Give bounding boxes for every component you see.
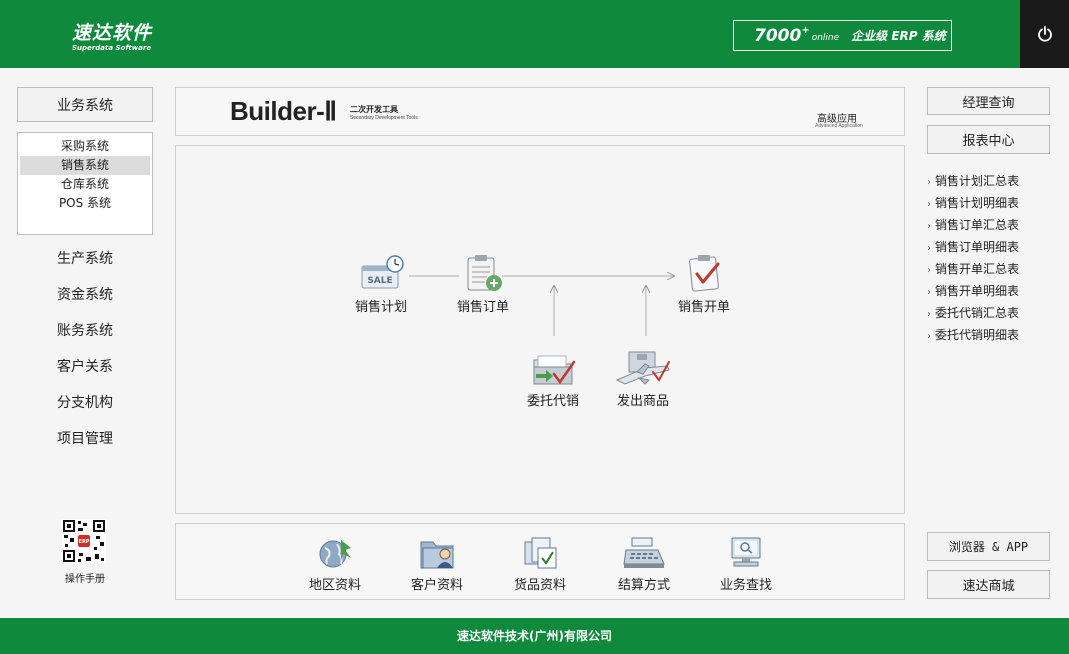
footer-bar: 速达软件技术(广州)有限公司 <box>0 618 1069 654</box>
report-link[interactable]: › 销售开单明细表 <box>927 282 1057 304</box>
subsystem-list: 采购系统 销售系统 仓库系统 POS 系统 <box>17 132 153 235</box>
chevron-right-icon: › <box>927 177 931 188</box>
power-icon <box>1037 26 1052 42</box>
power-button[interactable] <box>1020 0 1069 68</box>
report-link[interactable]: › 销售计划汇总表 <box>927 172 1057 194</box>
globe-icon <box>319 540 351 568</box>
report-link[interactable]: › 委托代销明细表 <box>927 326 1057 348</box>
product-number: 7000 <box>754 25 802 46</box>
goods-document-icon <box>524 537 557 569</box>
report-link[interactable]: › 销售计划明细表 <box>927 194 1057 216</box>
product-online: online <box>811 32 840 43</box>
region-data-label: 地区资料 <box>308 578 361 593</box>
flow-node-consignment[interactable]: 委托代销 <box>518 350 588 409</box>
builder-subtitle-cn: 二次开发工具 <box>350 105 398 114</box>
sales-order-icon <box>467 255 502 291</box>
customer-data-label: 客户资料 <box>410 578 463 593</box>
flow-node-ship-goods[interactable]: 发出商品 <box>608 350 678 409</box>
manual-label[interactable]: 操作手册 <box>55 570 115 585</box>
builder-title: Builder-Ⅱ <box>230 96 337 126</box>
chevron-right-icon: › <box>927 331 931 342</box>
manager-query-button[interactable]: 经理查询 <box>927 87 1050 115</box>
chevron-right-icon: › <box>927 221 931 232</box>
cash-register-icon <box>623 537 665 568</box>
ship-goods-icon <box>615 351 670 385</box>
report-link[interactable]: › 销售订单汇总表 <box>927 216 1057 238</box>
system-item-accounting[interactable]: 账务系统 <box>17 320 153 340</box>
sales-order-label: 销售订单 <box>456 300 509 315</box>
subsystem-item-purchase[interactable]: 采购系统 <box>20 137 150 156</box>
builder-subtitle-en: Secondary Development Tools <box>350 115 418 121</box>
subsystem-item-warehouse[interactable]: 仓库系统 <box>20 175 150 194</box>
subsystem-item-sales[interactable]: 销售系统 <box>20 156 150 175</box>
svg-text:SALE: SALE <box>367 276 392 286</box>
subsystem-item-pos[interactable]: POS 系统 <box>20 194 150 213</box>
tool-business-search[interactable]: 业务查找 <box>706 536 786 593</box>
system-item-branches[interactable]: 分支机构 <box>17 392 153 412</box>
ship-goods-label: 发出商品 <box>616 394 669 409</box>
top-header: 速达软件 Superdata Software 7000 + online 企业… <box>0 0 1069 68</box>
sales-invoice-label: 销售开单 <box>677 300 730 315</box>
customer-folder-icon <box>420 541 454 569</box>
flow-node-sales-plan[interactable]: SALE 销售计划 <box>346 254 416 315</box>
chevron-right-icon: › <box>927 199 931 210</box>
logo-text-en: Superdata Software <box>72 44 152 52</box>
tool-customer-data[interactable]: 客户资料 <box>397 536 477 593</box>
sales-plan-icon: SALE <box>361 255 404 289</box>
chevron-right-icon: › <box>927 243 931 254</box>
browser-app-button[interactable]: 浏览器 & APP <box>927 532 1050 561</box>
monitor-search-icon <box>731 537 761 567</box>
system-item-production[interactable]: 生产系统 <box>17 248 153 268</box>
builder-banner[interactable]: Builder-Ⅱ 二次开发工具 Secondary Development T… <box>175 87 905 136</box>
mall-button[interactable]: 速达商城 <box>927 570 1050 599</box>
sales-flow-panel: SALE 销售计划 销售订单 销售开单 委托代销 发出商品 <box>175 145 905 514</box>
goods-data-label: 货品资料 <box>513 578 566 593</box>
tool-region-data[interactable]: 地区资料 <box>295 536 375 593</box>
business-system-button[interactable]: 业务系统 <box>17 87 153 122</box>
company-logo: 速达软件 Superdata Software <box>72 18 152 52</box>
sales-plan-label: 销售计划 <box>354 300 407 315</box>
report-link[interactable]: › 销售开单汇总表 <box>927 260 1057 282</box>
svg-text:ERP: ERP <box>79 539 90 545</box>
report-link[interactable]: › 销售订单明细表 <box>927 238 1057 260</box>
advanced-app-en: Advanced Application <box>815 123 863 129</box>
product-plus: + <box>801 25 810 36</box>
tool-goods-data[interactable]: 货品资料 <box>500 536 580 593</box>
flow-connectors <box>409 146 906 336</box>
report-center-button[interactable]: 报表中心 <box>927 125 1050 154</box>
flow-node-sales-order[interactable]: 销售订单 <box>448 254 518 315</box>
system-item-crm[interactable]: 客户关系 <box>17 356 153 376</box>
consignment-label: 委托代销 <box>526 394 579 409</box>
report-link[interactable]: › 委托代销汇总表 <box>927 304 1057 326</box>
tools-panel: 地区资料 客户资料 货品资料 结算方式 业务查找 <box>175 523 905 600</box>
sales-invoice-icon <box>689 255 720 292</box>
footer-company: 速达软件技术(广州)有限公司 <box>457 629 612 643</box>
chevron-right-icon: › <box>927 309 931 320</box>
consignment-icon <box>533 355 576 385</box>
chevron-right-icon: › <box>927 265 931 276</box>
product-badge: 7000 + online 企业级 ERP 系统 <box>733 20 952 51</box>
system-item-funds[interactable]: 资金系统 <box>17 284 153 304</box>
business-search-label: 业务查找 <box>719 578 772 593</box>
settlement-method-label: 结算方式 <box>617 578 670 593</box>
report-list: › 销售计划汇总表 › 销售计划明细表 › 销售订单汇总表 › 销售订单明细表 › 销售开… <box>927 172 1057 348</box>
tool-settlement-method[interactable]: 结算方式 <box>604 536 684 593</box>
system-item-projects[interactable]: 项目管理 <box>17 428 153 448</box>
chevron-right-icon: › <box>927 287 931 298</box>
flow-node-sales-invoice[interactable]: 销售开单 <box>669 254 739 315</box>
logo-text-cn: 速达软件 <box>72 22 153 44</box>
product-name: 企业级 ERP 系统 <box>851 29 946 43</box>
qr-code-icon[interactable]: ERP <box>62 519 106 563</box>
